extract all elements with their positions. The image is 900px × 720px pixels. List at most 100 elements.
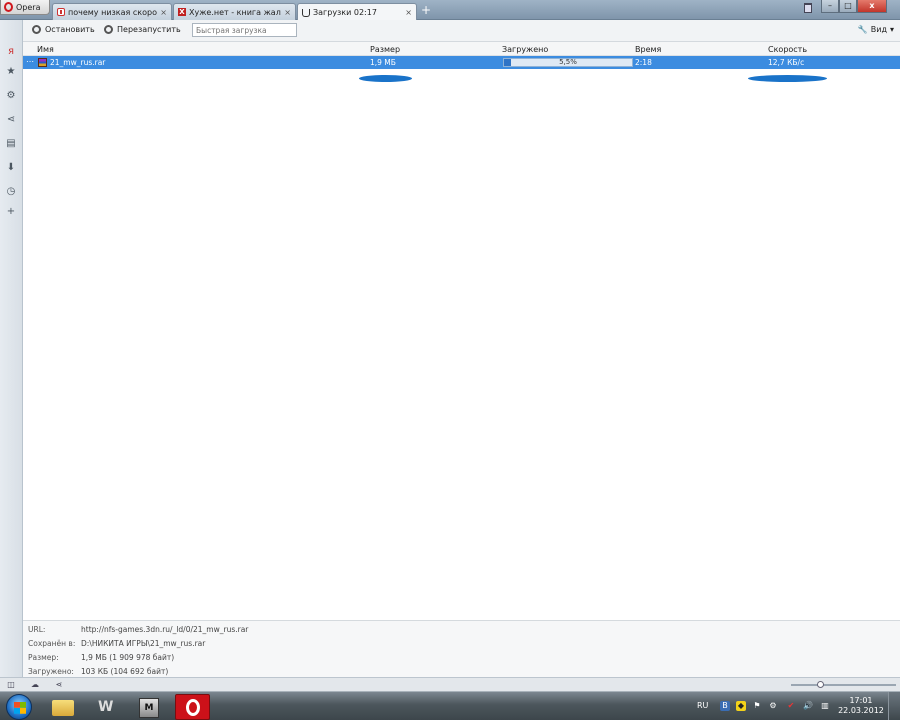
xuzhe-favicon-icon: X [178,8,186,16]
detail-saved: Сохранён в: D:\НИКИТА ИГРЫ\21_mw_rus.rar [28,639,205,648]
column-speed[interactable]: Скорость [768,45,807,54]
folder-icon [52,700,74,716]
highlight-scribble [748,75,827,82]
column-name[interactable]: Имя [37,45,54,54]
detail-loaded: Загружено: 103 КБ (104 692 байт) [28,667,168,676]
bookmarks-star-icon[interactable]: ★ [5,66,17,78]
side-panel: я ★ ⚙ ⋖ ▤ ⬇ ◷ + [0,20,23,700]
detail-url: URL: http://nfs-games.3dn.ru/_ld/0/21_mw_… [28,625,248,634]
settings-icon[interactable]: ⚙ [768,701,778,711]
column-size[interactable]: Размер [370,45,400,54]
tab-title: Хуже.нет - книга жало... [189,7,281,17]
minimize-button[interactable]: – [821,0,839,13]
highlight-scribble [359,75,412,82]
downloads-toolbar: Остановить Перезапустить 🔧 Вид ▾ [23,20,900,42]
add-panel-icon[interactable]: + [5,206,17,218]
opera-logo-icon [186,699,200,716]
zoom-slider[interactable] [791,684,896,686]
detail-value: 1,9 МБ (1 909 978 байт) [81,653,175,662]
row-menu-icon[interactable]: ⋯ [26,58,34,66]
taskbar-explorer[interactable] [43,694,81,720]
tab-yandex[interactable]: почему низкая скоро... × [52,3,172,20]
world-of-tanks-icon: W [98,699,114,715]
history-clock-icon[interactable]: ◷ [5,186,17,198]
widgets-gear-icon[interactable]: ⚙ [5,90,17,102]
unite-icon[interactable]: ⋖ [54,680,64,689]
tab-title: почему низкая скоро... [68,7,158,17]
download-speed: 12,7 КБ/с [768,58,805,67]
quick-download-input[interactable] [192,23,297,37]
network-icon[interactable]: ▥ [820,701,830,711]
tab-title: Загрузки 02:17 [313,8,377,17]
restart-icon [104,25,113,34]
file-name: 21_mw_rus.rar [50,58,106,67]
downloads-favicon-icon [302,8,310,17]
wrench-icon: 🔧 [857,25,868,34]
stop-icon [32,25,41,34]
detail-label: URL: [28,625,46,634]
file-size: 1,9 МБ [370,58,396,67]
antivirus-icon[interactable]: ✔ [786,701,796,711]
zoom-slider-handle[interactable] [817,681,824,688]
close-icon[interactable]: × [405,8,412,17]
volume-icon[interactable]: 🔊 [803,701,813,711]
time-remaining: 2:18 [635,58,652,67]
progress-text: 5,5% [559,58,577,66]
system-clock[interactable]: 17:01 22.03.2012 [838,696,884,716]
vk-icon[interactable]: B [720,701,730,711]
panel-toggle-icon[interactable]: ◫ [6,680,16,689]
clock-time: 17:01 [849,696,873,705]
clock-date: 22.03.2012 [838,706,884,715]
window-close-button[interactable]: x [857,0,887,13]
detail-size: Размер: 1,9 МБ (1 909 978 байт) [28,653,174,662]
show-desktop-button[interactable] [888,692,900,720]
stop-label: Остановить [45,25,95,34]
flag-icon[interactable]: ⚑ [752,701,762,711]
yandex-favicon-icon [57,8,65,16]
detail-label: Размер: [28,653,59,662]
language-indicator[interactable]: RU [697,701,708,710]
opera-menu-button[interactable]: Opera [0,0,50,15]
detail-label: Загружено: [28,667,74,676]
window-controls: – □ x [821,0,887,13]
taskbar-opera[interactable] [175,694,210,720]
trash-icon[interactable] [804,3,812,13]
downloads-list: Имя Размер Загружено Время Скорость ⋯ 21… [23,42,900,620]
downloads-icon[interactable]: ⬇ [5,162,17,174]
detail-value[interactable]: http://nfs-games.3dn.ru/_ld/0/21_mw_rus.… [81,625,248,634]
opera-menu-label: Opera [16,2,41,12]
yandex-icon[interactable]: я [5,46,17,58]
close-icon[interactable]: × [284,8,291,17]
taskbar-world-of-tanks[interactable]: W [86,694,124,720]
unite-share-icon[interactable]: ⋖ [5,114,17,126]
taskbar-nfs-mw[interactable]: M [130,694,168,720]
start-button[interactable] [6,694,32,720]
list-header: Имя Размер Загружено Время Скорость [23,42,900,56]
view-label: Вид [870,25,887,34]
tab-downloads[interactable]: Загрузки 02:17 × [297,3,417,21]
column-time[interactable]: Время [635,45,661,54]
view-button[interactable]: 🔧 Вид ▾ [858,25,894,34]
close-icon[interactable]: × [160,8,167,17]
download-details: URL: http://nfs-games.3dn.ru/_ld/0/21_mw_… [23,620,900,677]
tab-bar: Opera почему низкая скоро... × X Хуже.не… [0,0,900,21]
chevron-down-icon: ▾ [889,25,894,34]
download-row[interactable]: ⋯ 21_mw_rus.rar 1,9 МБ 5,5% 2:18 12,7 КБ… [23,56,900,69]
detail-value: 103 КБ (104 692 байт) [81,667,169,676]
maximize-button[interactable]: □ [839,0,857,13]
opera-logo-icon [4,2,13,12]
windows-logo-icon [14,702,26,714]
new-tab-button[interactable]: + [421,3,431,17]
detail-label: Сохранён в: [28,639,76,648]
nfs-mw-icon: M [139,698,159,718]
stop-button[interactable]: Остановить [32,25,95,34]
restart-button[interactable]: Перезапустить [104,25,181,34]
tray-app-icon[interactable]: ◆ [736,701,746,711]
rar-archive-icon [38,58,47,67]
turbo-cloud-icon[interactable]: ☁ [30,680,40,689]
detail-value[interactable]: D:\НИКИТА ИГРЫ\21_mw_rus.rar [81,639,205,648]
notes-icon[interactable]: ▤ [5,138,17,150]
column-loaded[interactable]: Загружено [502,45,548,54]
restart-label: Перезапустить [117,25,181,34]
tab-xuzhe[interactable]: X Хуже.нет - книга жало... × [173,3,296,20]
